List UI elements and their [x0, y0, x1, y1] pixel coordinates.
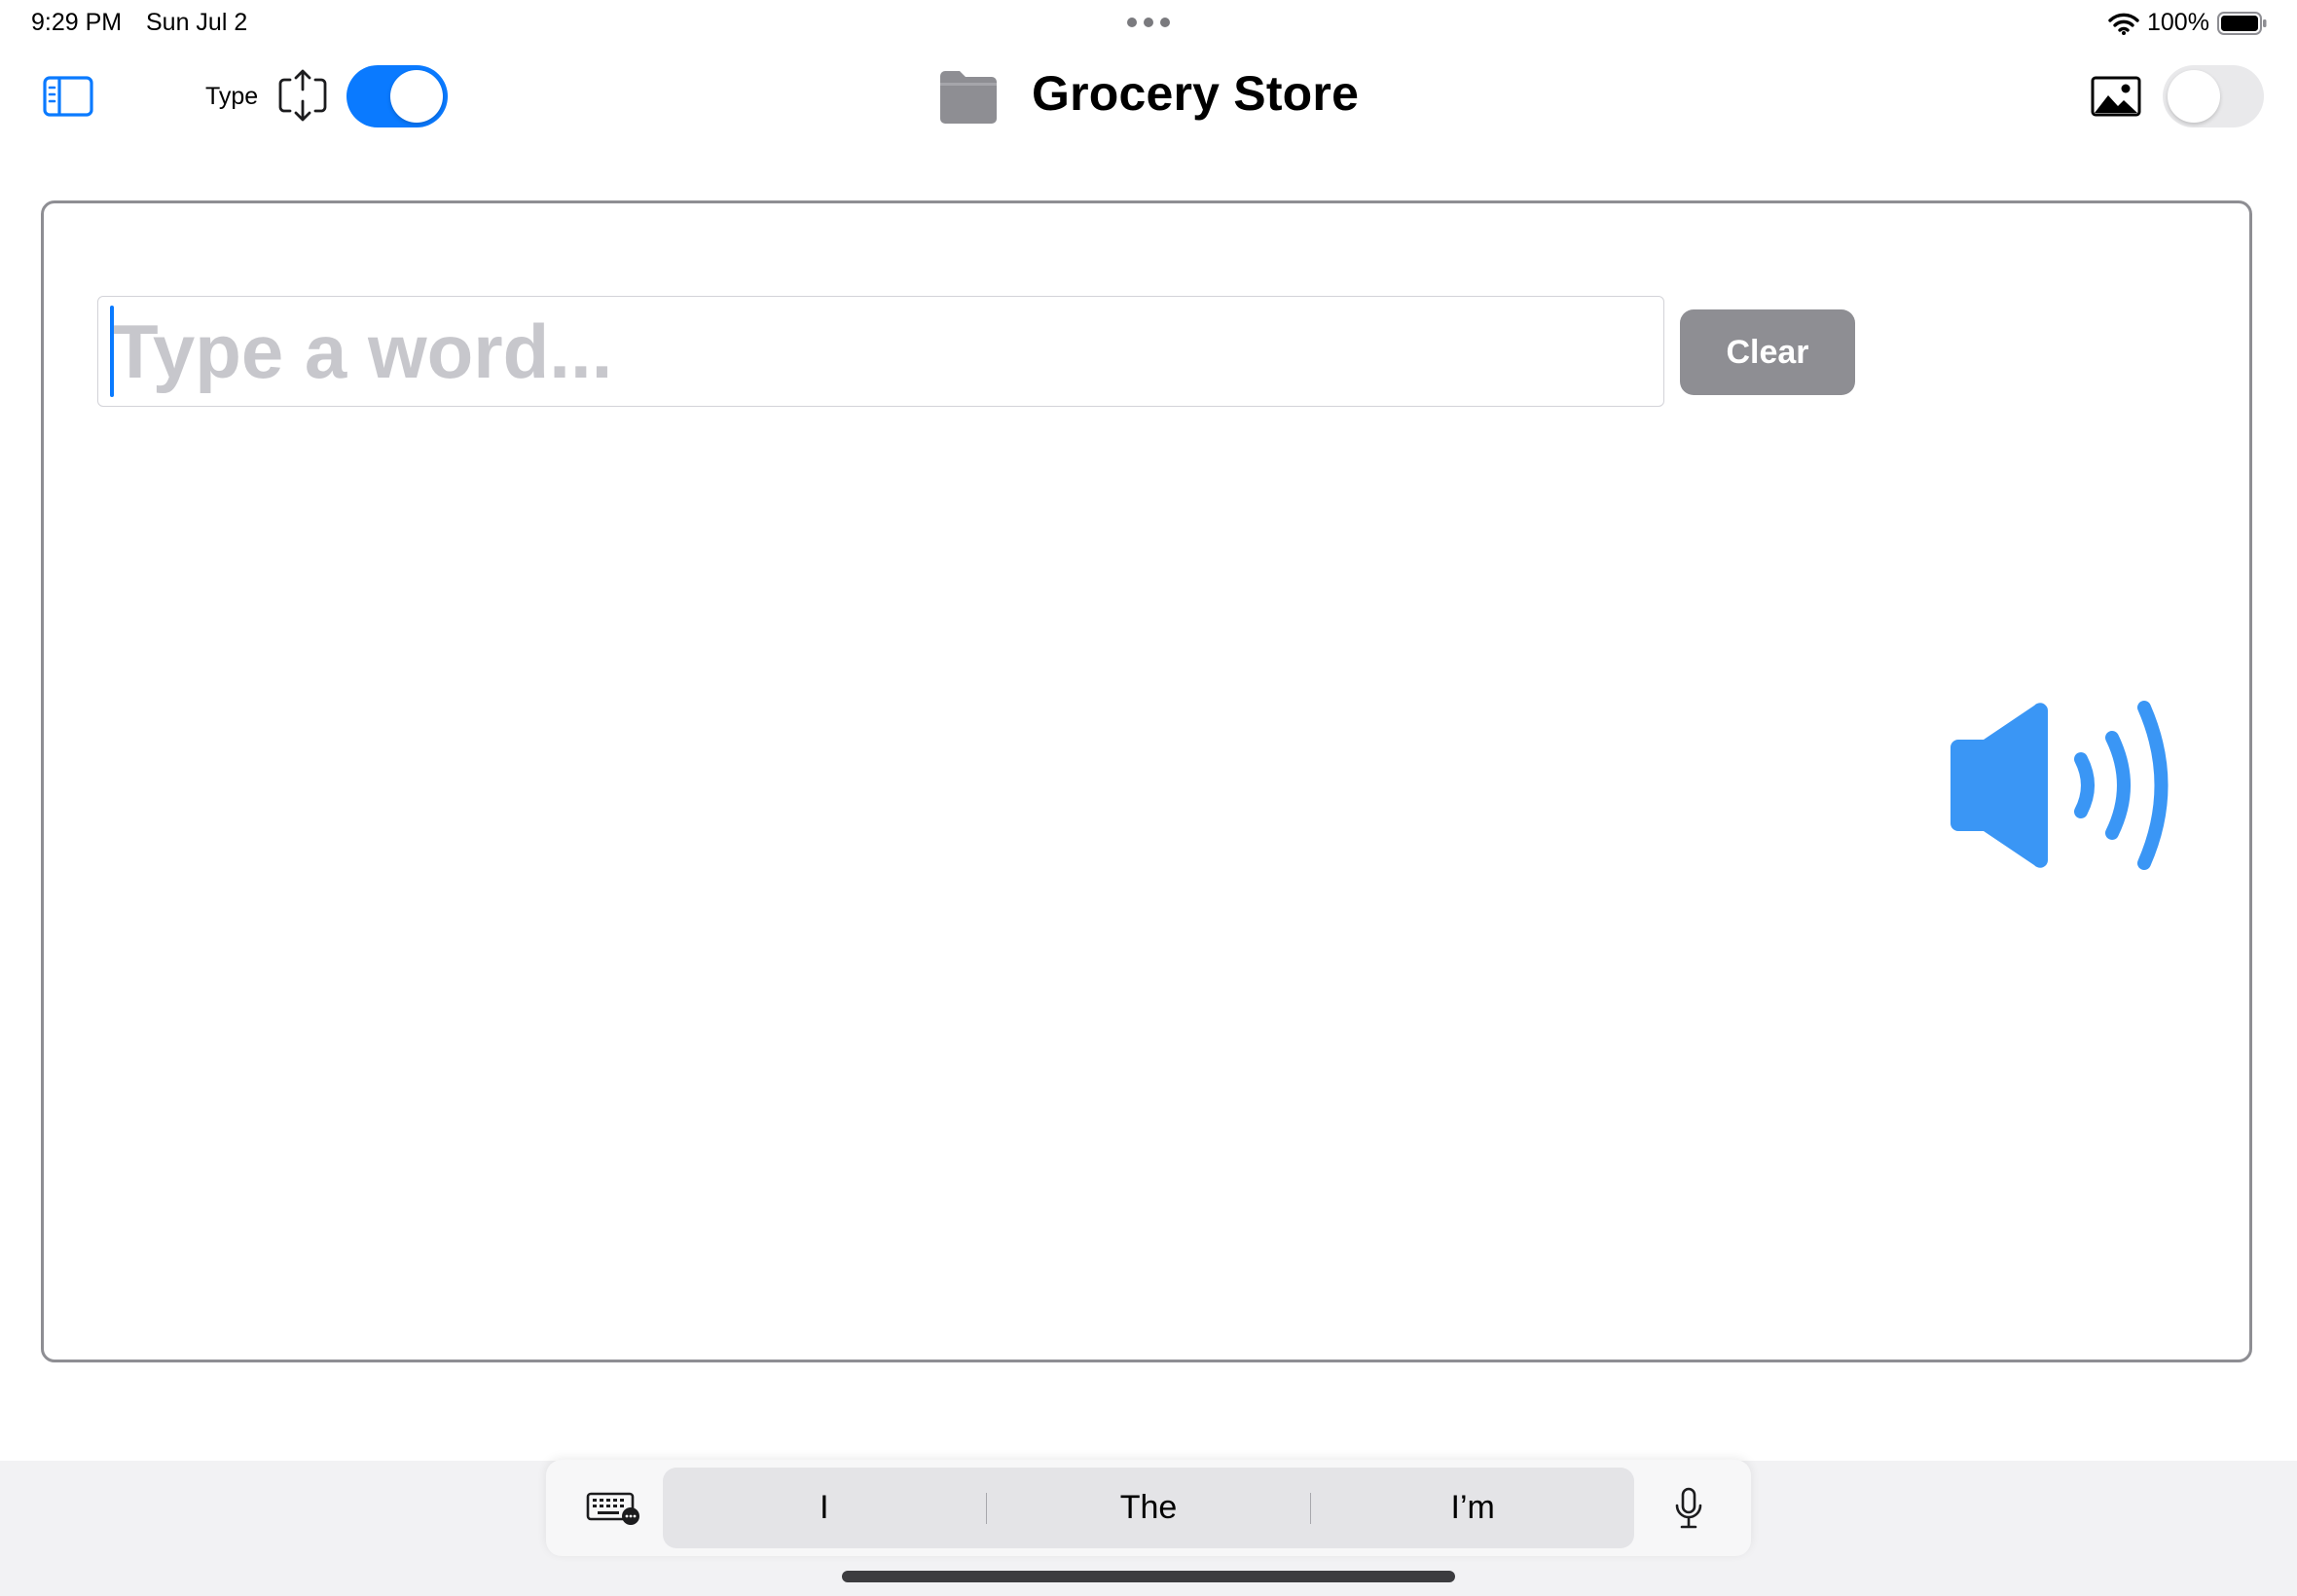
- suggestion-item[interactable]: I’m: [1311, 1468, 1634, 1548]
- clear-button[interactable]: Clear: [1680, 309, 1855, 395]
- toggle-knob: [2168, 70, 2220, 123]
- word-input-field[interactable]: [97, 296, 1664, 407]
- battery-icon: [2217, 12, 2267, 35]
- type-label: Type: [205, 83, 259, 110]
- status-date: Sun Jul 2: [146, 9, 248, 36]
- suggestion-item[interactable]: I: [663, 1468, 986, 1548]
- speaker-wave-3-icon[interactable]: [1945, 699, 2182, 872]
- text-cursor: [110, 306, 114, 397]
- wifi-icon: [2108, 13, 2139, 35]
- toggle-knob: [390, 70, 443, 123]
- status-bar: 9:29 PM Sun Jul 2 100%: [0, 0, 2297, 45]
- keyboard-icon[interactable]: [586, 1491, 642, 1526]
- suggestion-item[interactable]: The: [987, 1468, 1310, 1548]
- mic-icon[interactable]: [1674, 1487, 1703, 1530]
- toolbar: Type Grocery Store: [0, 45, 2297, 152]
- home-indicator[interactable]: [842, 1571, 1455, 1582]
- sidebar-left-icon[interactable]: [43, 76, 93, 117]
- image-toggle[interactable]: [2163, 65, 2264, 127]
- multitasking-dots-icon[interactable]: [1127, 18, 1170, 27]
- folder-icon: [940, 71, 997, 124]
- status-time: 9:29 PM: [31, 9, 123, 36]
- page-title: Grocery Store: [1032, 66, 1360, 121]
- type-toggle[interactable]: [346, 65, 448, 127]
- battery-percent: 100%: [2147, 9, 2209, 36]
- word-input[interactable]: [112, 303, 1650, 400]
- arrow-up-down-frame-icon[interactable]: [278, 68, 327, 123]
- photo-icon[interactable]: [2091, 76, 2141, 117]
- predictive-suggestions: I The I’m: [663, 1468, 1634, 1548]
